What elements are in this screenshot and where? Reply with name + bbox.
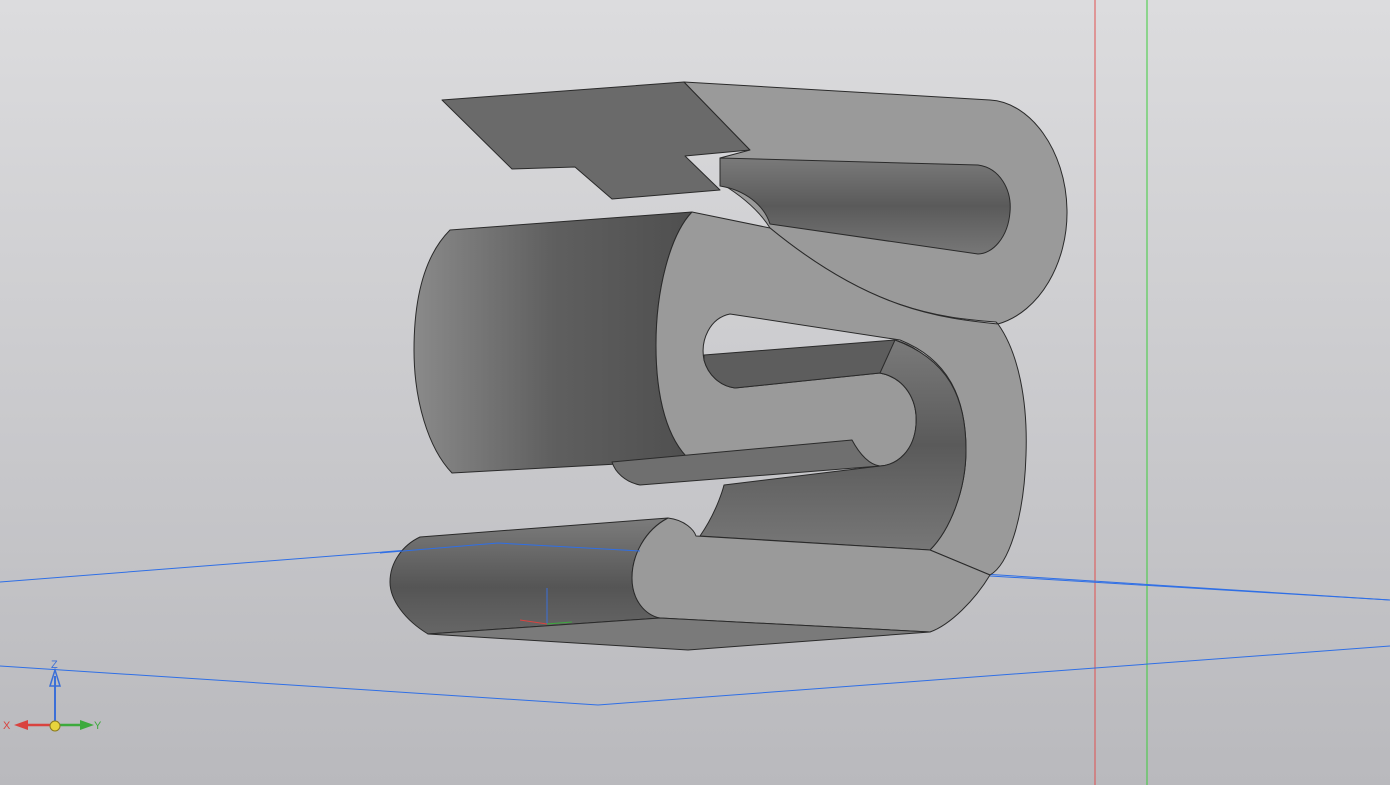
scene-canvas[interactable]: Z X Y xyxy=(0,0,1390,785)
y-axis-label: Y xyxy=(94,720,102,732)
main-cylinder-face xyxy=(413,211,693,474)
triad-origin-icon xyxy=(49,720,61,732)
x-axis-label: X xyxy=(3,720,11,732)
z-axis-label: Z xyxy=(51,659,58,671)
3d-viewport[interactable]: Z X Y xyxy=(0,0,1390,785)
